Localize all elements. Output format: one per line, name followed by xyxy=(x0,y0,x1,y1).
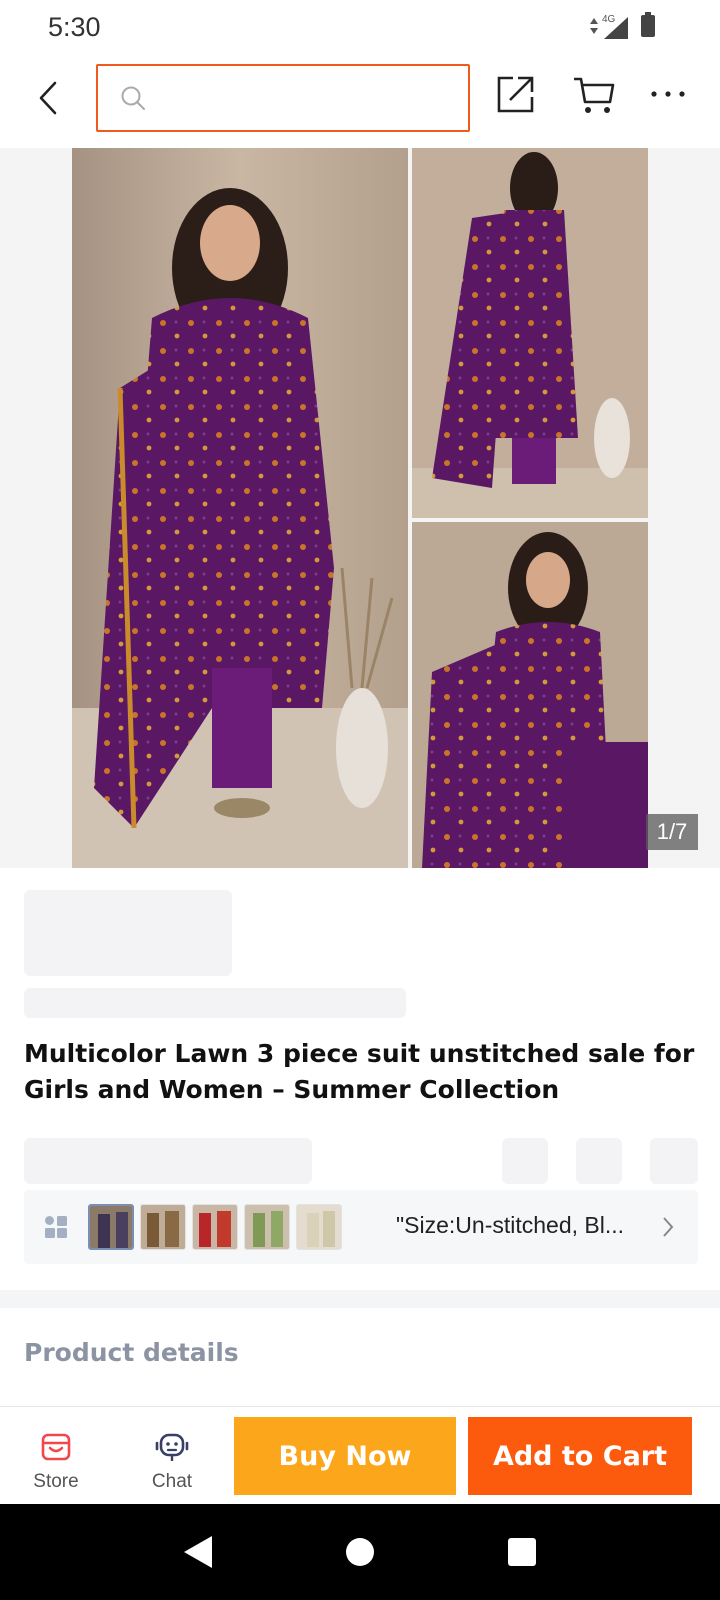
variant-thumbnail-1[interactable] xyxy=(88,1204,134,1250)
action-placeholder-3 xyxy=(650,1138,698,1184)
section-divider xyxy=(0,1290,720,1308)
variant-grid-icon xyxy=(45,1216,67,1238)
rating-placeholder xyxy=(24,1138,312,1184)
chat-button[interactable]: Chat xyxy=(128,1431,216,1493)
chevron-right-icon xyxy=(663,1217,674,1237)
action-placeholder-1 xyxy=(502,1138,548,1184)
nav-home-icon xyxy=(346,1538,374,1566)
store-icon xyxy=(41,1433,71,1461)
store-label: Store xyxy=(33,1471,79,1492)
search-icon xyxy=(121,86,145,110)
store-button[interactable]: Store xyxy=(12,1431,100,1493)
back-button[interactable] xyxy=(30,76,66,120)
status-icons: 4G xyxy=(588,12,656,43)
share-icon xyxy=(497,76,534,113)
cart-button[interactable] xyxy=(572,74,620,118)
variant-thumbnail-3[interactable] xyxy=(192,1204,238,1250)
nav-recents-icon xyxy=(508,1538,536,1566)
more-icon xyxy=(651,91,685,97)
nav-recents-button[interactable] xyxy=(500,1530,544,1574)
image-counter: 1/7 xyxy=(646,814,698,850)
subtitle-placeholder xyxy=(24,988,406,1018)
status-time: 5:30 xyxy=(48,12,101,42)
top-bar xyxy=(0,56,720,146)
variant-thumbnail-2[interactable] xyxy=(140,1204,186,1250)
back-icon xyxy=(39,81,57,115)
add-to-cart-button[interactable]: Add to Cart xyxy=(468,1417,692,1495)
network-type: 4G xyxy=(602,13,616,25)
bottom-action-bar: Store Chat Buy Now Add to Cart xyxy=(0,1406,720,1504)
product-title: Multicolor Lawn 3 piece suit unstitched … xyxy=(24,1039,695,1104)
action-placeholder-2 xyxy=(576,1138,622,1184)
product-details-heading[interactable]: Product details xyxy=(24,1338,239,1367)
nav-home-button[interactable] xyxy=(338,1530,382,1574)
signal-icon: 4G xyxy=(588,13,630,41)
more-button[interactable] xyxy=(650,86,694,106)
system-navigation-bar xyxy=(0,1504,720,1600)
product-image-gallery[interactable]: 1/7 xyxy=(0,148,720,868)
variant-selector[interactable]: "Size:Un-stitched, Bl... xyxy=(24,1190,698,1264)
cart-icon xyxy=(574,77,615,113)
search-bar[interactable] xyxy=(96,64,470,132)
price-placeholder xyxy=(24,890,232,976)
search-input[interactable] xyxy=(158,85,448,111)
nav-back-icon xyxy=(184,1536,212,1568)
variant-thumbnail-5[interactable] xyxy=(296,1204,342,1250)
share-button[interactable] xyxy=(496,74,540,118)
buy-now-button[interactable]: Buy Now xyxy=(234,1417,456,1495)
chat-label: Chat xyxy=(151,1471,193,1492)
variant-thumbnail-4[interactable] xyxy=(244,1204,290,1250)
status-bar: 5:30 4G xyxy=(0,0,720,56)
selected-variant-text: "Size:Un-stitched, Bl... xyxy=(396,1212,625,1238)
nav-back-button[interactable] xyxy=(176,1530,220,1574)
battery-icon xyxy=(640,12,656,43)
product-image-front[interactable] xyxy=(72,148,408,868)
product-image-back[interactable] xyxy=(412,148,648,518)
product-image-seated[interactable] xyxy=(412,522,648,868)
chat-icon xyxy=(155,1433,189,1461)
